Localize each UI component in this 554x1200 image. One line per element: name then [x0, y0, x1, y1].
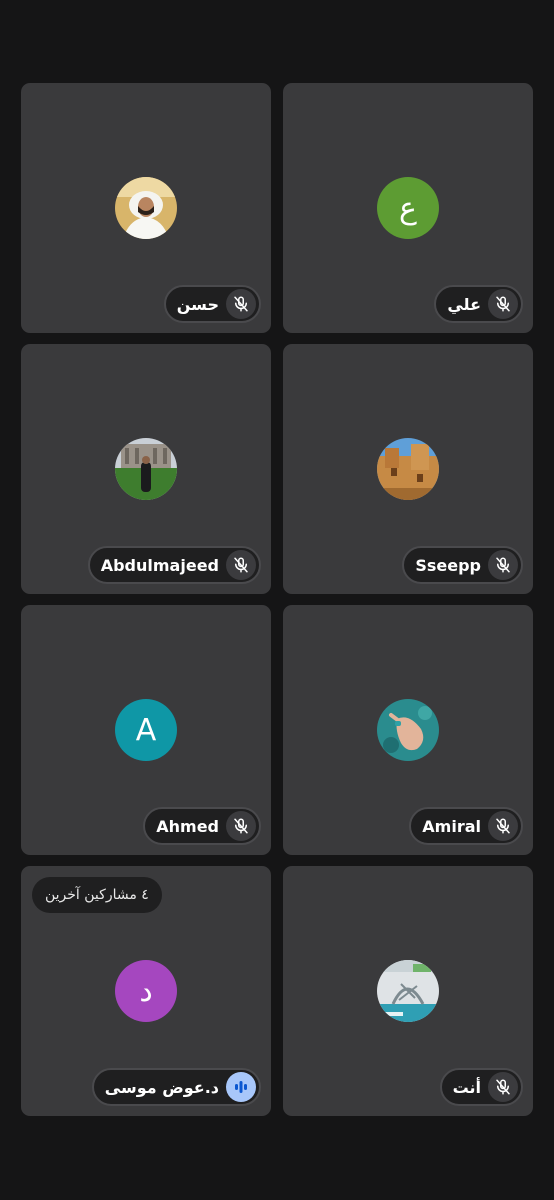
participant-tile-self[interactable]: أنت [283, 866, 533, 1116]
participant-photo [377, 438, 439, 500]
participant-name-pill: أنت [439, 1068, 523, 1106]
mic-muted-icon [226, 550, 256, 580]
participant-name: Amiral [422, 816, 481, 836]
mic-muted-icon [488, 811, 518, 841]
participant-letter-avatar: A [115, 699, 177, 761]
participant-tile-ali[interactable]: ع علي [283, 83, 533, 333]
participant-tile-ahmed[interactable]: A Ahmed [21, 605, 271, 855]
participant-name-pill: Amiral [409, 807, 523, 845]
participant-photo [115, 438, 177, 500]
participant-photo [377, 699, 439, 761]
participant-name-pill: Ahmed [143, 807, 261, 845]
participant-tile-sseepp[interactable]: Sseepp [283, 344, 533, 594]
participant-name: د.عوض موسى [104, 1077, 219, 1097]
participant-name: Sseepp [415, 555, 481, 575]
participant-tile-amiral[interactable]: Amiral [283, 605, 533, 855]
participant-tile-hassan[interactable]: حسن [21, 83, 271, 333]
participant-name-pill: علي [434, 285, 523, 323]
participant-name: حسن [176, 294, 219, 314]
mic-muted-icon [226, 811, 256, 841]
participant-name-pill: Abdulmajeed [87, 546, 261, 584]
mic-muted-icon [488, 550, 518, 580]
participant-letter-avatar: د [115, 960, 177, 1022]
participant-tile-awad-mousa[interactable]: ٤ مشاركين آخرين د د.عوض موسى [21, 866, 271, 1116]
participant-name: علي [447, 294, 481, 314]
participant-name: Abdulmajeed [100, 555, 219, 575]
participant-name-pill: Sseepp [402, 546, 523, 584]
speaking-audio-icon [226, 1072, 256, 1102]
participant-letter-avatar: ع [377, 177, 439, 239]
participant-photo [115, 177, 177, 239]
participant-name-pill: د.عوض موسى [91, 1068, 261, 1106]
mic-muted-icon [488, 1072, 518, 1102]
participant-tile-abdulmajeed[interactable]: Abdulmajeed [21, 344, 271, 594]
participant-name: أنت [452, 1077, 481, 1097]
other-participants-chip[interactable]: ٤ مشاركين آخرين [32, 877, 162, 913]
participant-grid: حسن ع علي Abdulmajeed Sseepp A Ahmed Ami… [21, 83, 533, 1116]
participant-photo [377, 960, 439, 1022]
mic-muted-icon [226, 289, 256, 319]
participant-name-pill: حسن [163, 285, 261, 323]
mic-muted-icon [488, 289, 518, 319]
participant-name: Ahmed [156, 816, 219, 836]
